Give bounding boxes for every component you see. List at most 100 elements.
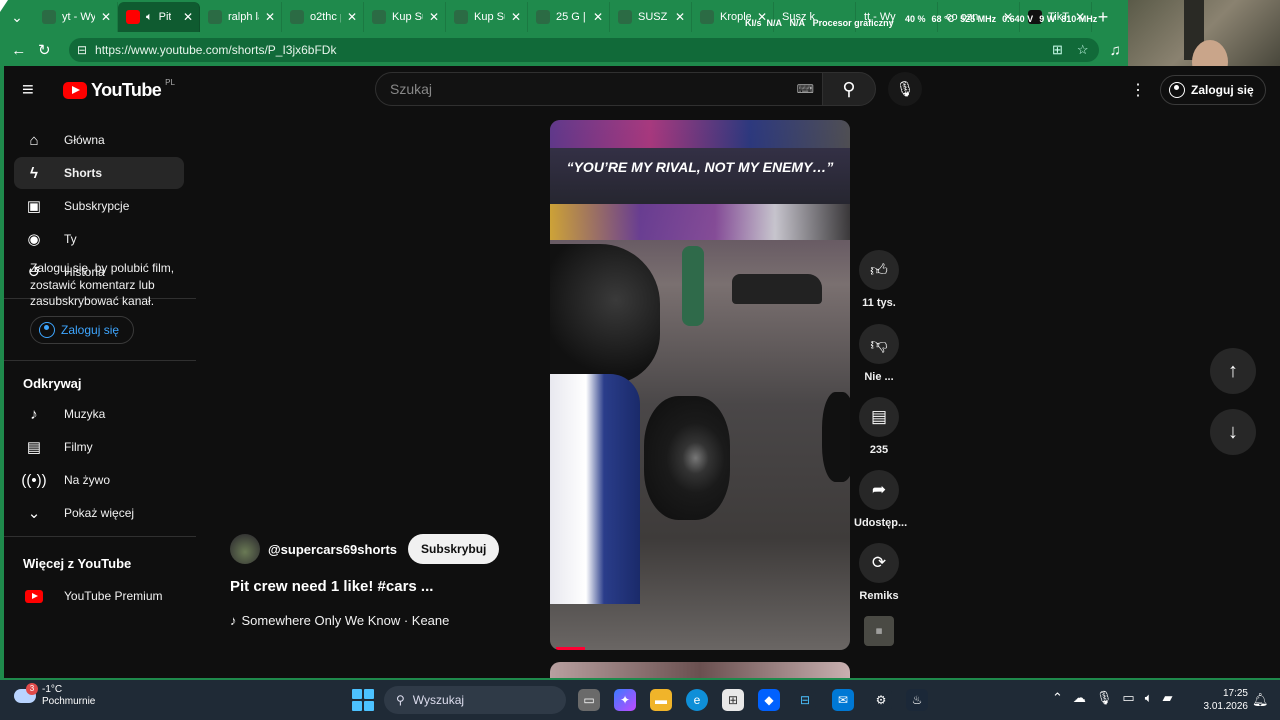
short-video-player[interactable]: “YOU’RE MY RIVAL, NOT MY ENEMY…” [550,120,850,650]
channel-name[interactable]: @supercars69shorts [268,542,397,557]
sidebar-item-you[interactable]: ◉ Ty [14,223,184,255]
short-title[interactable]: Pit crew need 1 like! #cars ... [230,578,433,595]
onedrive-icon[interactable]: ☁ [1073,690,1086,706]
task-view-icon[interactable]: ▭ [578,689,600,711]
sign-in-button[interactable]: Zaloguj się [1160,75,1266,105]
youtube-logo[interactable]: YouTube PL [63,78,175,101]
video-helmet [550,244,660,384]
channel-avatar[interactable] [230,534,260,564]
collections-icon[interactable]: ♫ [1103,37,1128,63]
search-button[interactable]: ⚲ [822,72,876,106]
comments-button[interactable]: ▤ [859,397,899,437]
close-tab-icon[interactable]: ✕ [265,10,275,24]
voice-search-button[interactable]: 🎙︎ [888,72,922,106]
copilot-icon[interactable]: ✦ [614,689,636,711]
close-tab-icon[interactable]: ✕ [511,10,521,24]
next-short-preview[interactable] [550,662,850,678]
outlook-icon[interactable]: ✉ [832,689,854,711]
youtube-premium-logo-icon [25,589,43,603]
sidebar-item-movies[interactable]: ▤ Filmy [14,431,184,463]
settings-kebab-icon[interactable]: ⋮ [1130,80,1146,100]
remix-button[interactable]: ⟳ [859,543,899,583]
windows-start-icon[interactable] [352,689,374,711]
sidebar-item-youtube-premium[interactable]: YouTube Premium [14,580,184,612]
browser-tab[interactable]: o2thc p✕ [282,2,364,32]
search-icon: ⚲ [396,693,405,707]
dropbox-icon[interactable]: ◆ [758,689,780,711]
close-tab-icon[interactable]: ✕ [101,10,111,24]
notification-bell-icon[interactable]: 🔔︎ [1252,692,1269,708]
reload-icon[interactable]: ↻ [31,37,56,63]
close-tab-icon[interactable]: ✕ [675,10,685,24]
sidebar-item-shorts[interactable]: ϟ Shorts [14,157,184,189]
browser-tab[interactable]: SUSZ K✕ [610,2,692,32]
comments-action[interactable]: ▤ 235 [854,397,904,456]
url-field[interactable]: ⊟ https://www.youtube.com/shorts/P_I3jx6… [68,38,1099,62]
tab-favicon-icon [290,10,304,24]
explore-section-title: Odkrywaj [23,376,82,391]
taskbar-clock[interactable]: 17:25 3.01.2026 [1200,687,1249,713]
close-tab-icon[interactable]: ✕ [593,10,603,24]
share-button[interactable]: ➦ [859,470,899,510]
sidebar-sign-in-button[interactable]: Zaloguj się [30,316,134,344]
video-top-banner [550,120,850,148]
volume-icon[interactable]: 🔈︎ [1145,690,1153,706]
browser-tab-active[interactable]: 🔈︎ Pit ✕ [118,2,200,32]
keyboard-icon[interactable]: ⌨ [797,82,814,96]
weather-widget[interactable]: 3 -1°C Pochmurnie [14,683,95,708]
like-action[interactable]: 👍︎ 11 tys. [854,250,904,309]
video-race-car [732,274,822,304]
browser-tab[interactable]: Kup Su✕ [446,2,528,32]
sidebar-item-home[interactable]: ⌂ Główna [14,124,184,156]
remix-action[interactable]: ⟳ Remiks [854,543,904,602]
site-info-icon[interactable]: ⊟ [77,43,87,57]
browser-tab[interactable]: Kup Su✕ [364,2,446,32]
taskbar-search[interactable]: ⚲ Wyszukaj [384,686,566,714]
subscribe-button[interactable]: Subskrybuj [408,534,500,564]
share-action[interactable]: ➦ Udostęp... [854,470,907,529]
microphone-icon[interactable]: 🎙︎ [1096,690,1113,706]
favorite-star-icon[interactable]: ☆ [1077,42,1089,58]
app-icon[interactable]: ⊟ [794,689,816,711]
browser-tab[interactable]: 25 G | S✕ [528,2,610,32]
video-caption: “YOU’RE MY RIVAL, NOT MY ENEMY…” [566,159,834,175]
previous-short-button[interactable]: ↑ [1210,348,1256,394]
dislike-button[interactable]: 👎︎ [859,324,899,364]
close-tab-icon[interactable]: ✕ [429,10,439,24]
search-icon: ⚲ [842,78,856,99]
tab-favicon-icon [700,10,714,24]
video-progress-bar[interactable] [556,647,585,650]
network-icon[interactable]: ▭ [1122,690,1134,706]
apps-icon[interactable]: ⊞ [1052,42,1063,58]
battery-icon[interactable]: ▰ [1163,690,1173,706]
browser-tab[interactable]: ralph la✕ [200,2,282,32]
sidebar-item-live[interactable]: ((•)) Na żywo [14,464,184,496]
search-input[interactable]: Szukaj ⌨ [375,72,823,106]
menu-icon[interactable]: ≡ [22,80,44,100]
close-tab-icon[interactable]: ✕ [183,10,193,24]
sidebar-item-music[interactable]: ♪ Muzyka [14,398,184,430]
speaker-icon[interactable]: 🔈︎ [146,11,153,24]
video-tire-edge [822,392,850,482]
close-tab-icon[interactable]: ✕ [347,10,357,24]
sound-thumbnail[interactable]: ▦ [864,616,894,646]
steam-alt-icon[interactable]: ⚙ [870,689,892,711]
sidebar-item-subscriptions[interactable]: ▣ Subskrypcje [14,190,184,222]
steam-icon[interactable]: ♨ [906,689,928,711]
next-short-button[interactable]: ↓ [1210,409,1256,455]
subscriptions-icon: ▣ [26,198,42,215]
short-music[interactable]: ♪ Somewhere Only We Know · Keane [230,613,449,628]
edge-browser-icon[interactable]: e [686,689,708,711]
youtube-premium-icon [24,586,44,606]
sidebar-item-show-more[interactable]: ⌄ Pokaż więcej [14,497,184,529]
file-explorer-icon[interactable]: ▬ [650,689,672,711]
tray-overflow-chevron-icon[interactable]: ⌃ [1052,690,1063,706]
browser-tab[interactable]: yt - Wy ✕ [34,2,118,32]
back-arrow-icon[interactable]: ← [6,37,31,63]
dislike-action[interactable]: 👎︎ Nie ... [854,324,904,383]
account-icon [39,322,55,338]
system-tray: ⌃ ☁ 🎙︎ ▭ 🔈︎ ▰ [1052,690,1173,706]
video-grandstand-banner [550,204,850,240]
like-button[interactable]: 👍︎ [859,250,899,290]
store-icon[interactable]: ⊞ [722,689,744,711]
